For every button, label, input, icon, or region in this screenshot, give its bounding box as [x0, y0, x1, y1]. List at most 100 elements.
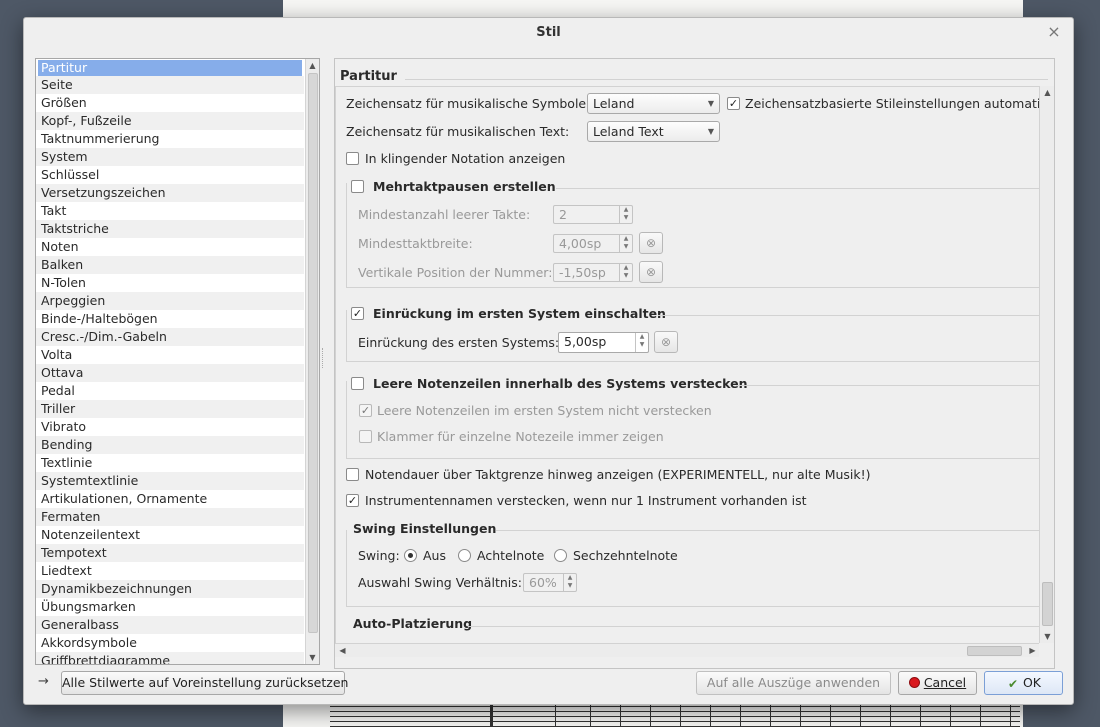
- sidebar-item[interactable]: Taktnummerierung: [36, 130, 304, 148]
- sidebar-item[interactable]: System: [36, 148, 304, 166]
- sidebar-item[interactable]: Liedtext: [36, 562, 304, 580]
- min-empty-measures-label: Mindestanzahl leerer Takte:: [358, 207, 531, 222]
- divider: [556, 188, 1039, 189]
- number-vpos-stepper[interactable]: -1,50sp ▲ ▼: [553, 263, 633, 282]
- indent-stepper[interactable]: 5,00sp ▲ ▼: [558, 332, 649, 353]
- settings-scroll-thumb[interactable]: [1042, 582, 1053, 626]
- number-vpos-value: -1,50sp: [559, 265, 606, 280]
- sidebar-item[interactable]: Versetzungszeichen: [36, 184, 304, 202]
- sidebar-item[interactable]: Volta: [36, 346, 304, 364]
- sidebar-item[interactable]: Kopf-, Fußzeile: [36, 112, 304, 130]
- divider: [468, 626, 1039, 627]
- scroll-down-icon[interactable]: ▼: [306, 651, 319, 664]
- hide-empty-checkbox[interactable]: [351, 377, 364, 390]
- ok-button[interactable]: ✔ OK: [984, 671, 1063, 695]
- stepper-arrows-icon[interactable]: ▲ ▼: [635, 333, 648, 352]
- sidebar-item[interactable]: Systemtextlinie: [36, 472, 304, 490]
- sidebar-item[interactable]: N-Tolen: [36, 274, 304, 292]
- stepper-arrows-icon[interactable]: ▲ ▼: [619, 264, 632, 281]
- style-category-list[interactable]: Partitur Seite Größen Kopf-, Fußzeile Taktnu…: [35, 58, 320, 665]
- auto-placement-title: Auto-Platzierung: [353, 616, 473, 631]
- list-scrollbar[interactable]: ▲ ▼: [305, 59, 319, 664]
- sidebar-item[interactable]: Takt: [36, 202, 304, 220]
- sidebar-item[interactable]: Generalbass: [36, 616, 304, 634]
- concert-pitch-checkbox[interactable]: [346, 152, 359, 165]
- settings-hscroll-thumb[interactable]: [967, 646, 1022, 656]
- min-measure-width-stepper[interactable]: 4,00sp ▲ ▼: [553, 234, 633, 253]
- sidebar-item[interactable]: Fermaten: [36, 508, 304, 526]
- sidebar-item[interactable]: Arpeggien: [36, 292, 304, 310]
- sidebar-item[interactable]: Textlinie: [36, 454, 304, 472]
- font-text-value: Leland Text: [593, 124, 664, 139]
- scroll-down-icon[interactable]: ▼: [1041, 630, 1054, 643]
- sidebar-item[interactable]: Größen: [36, 94, 304, 112]
- reset-icon[interactable]: ⊗: [654, 331, 678, 353]
- scroll-up-icon[interactable]: ▲: [1041, 86, 1054, 99]
- reset-icon[interactable]: ⊗: [639, 232, 663, 254]
- font-text-dropdown[interactable]: Leland Text ▼: [587, 121, 720, 142]
- scroll-up-icon[interactable]: ▲: [306, 59, 319, 72]
- sidebar-item[interactable]: Ottava: [36, 364, 304, 382]
- mmrest-checkbox[interactable]: [351, 180, 364, 193]
- sidebar-item[interactable]: Schlüssel: [36, 166, 304, 184]
- swing-sixteenth-radio[interactable]: [554, 549, 567, 562]
- sidebar-item[interactable]: Dynamikbezeichnungen: [36, 580, 304, 598]
- sidebar-item[interactable]: Übungsmarken: [36, 598, 304, 616]
- font-symbols-label: Zeichensatz für musikalische Symbole:: [346, 96, 591, 111]
- cancel-button[interactable]: Cancel: [898, 671, 977, 695]
- reset-all-button[interactable]: Alle Stilwerte auf Voreinstellung zurück…: [61, 671, 348, 695]
- font-symbols-value: Leland: [593, 96, 635, 111]
- bracket-single-staff-checkbox[interactable]: [359, 430, 372, 443]
- reset-icon[interactable]: ⊗: [639, 261, 663, 283]
- min-measure-width-value: 4,00sp: [559, 236, 602, 251]
- sidebar-item[interactable]: Griffbrettdiagramme: [36, 652, 304, 664]
- indent-checkbox[interactable]: ✓: [351, 307, 364, 320]
- sidebar-item[interactable]: Triller: [36, 400, 304, 418]
- swing-off-label: Aus: [423, 548, 446, 563]
- settings-hscrollbar[interactable]: ◀ ▶: [335, 643, 1039, 657]
- apply-to-parts-button[interactable]: Auf alle Auszüge anwenden: [696, 671, 891, 695]
- splitter-handle[interactable]: [322, 348, 324, 368]
- score-staff: [330, 702, 1020, 727]
- sidebar-item[interactable]: Taktstriche: [36, 220, 304, 238]
- note-duration-label: Notendauer über Taktgrenze hinweg anzeig…: [365, 467, 871, 482]
- sidebar-item[interactable]: Artikulationen, Ornamente: [36, 490, 304, 508]
- list-scroll-thumb[interactable]: [308, 73, 318, 633]
- ok-label: OK: [1022, 675, 1042, 690]
- swing-ratio-stepper[interactable]: 60% ▲ ▼: [523, 573, 577, 592]
- swing-eighth-radio[interactable]: [458, 549, 471, 562]
- category-items: Partitur Seite Größen Kopf-, Fußzeile Taktnu…: [36, 60, 319, 664]
- sidebar-item[interactable]: Pedal: [36, 382, 304, 400]
- settings-scrollbar[interactable]: ▲ ▼: [1039, 86, 1054, 643]
- sidebar-item[interactable]: Balken: [36, 256, 304, 274]
- sidebar-item[interactable]: Cresc.-/Dim.-Gabeln: [36, 328, 304, 346]
- min-empty-measures-stepper[interactable]: 2 ▲ ▼: [553, 205, 633, 224]
- sidebar-item[interactable]: Partitur: [38, 60, 302, 76]
- scroll-left-icon[interactable]: ◀: [336, 644, 349, 657]
- sidebar-item[interactable]: Noten: [36, 238, 304, 256]
- stepper-arrows-icon[interactable]: ▲ ▼: [563, 574, 576, 591]
- dont-hide-first-system-checkbox[interactable]: ✓: [359, 404, 372, 417]
- font-symbols-dropdown[interactable]: Leland ▼: [587, 93, 720, 114]
- sidebar-item[interactable]: Notenzeilentext: [36, 526, 304, 544]
- sidebar-item[interactable]: Bending: [36, 436, 304, 454]
- scroll-right-icon[interactable]: ▶: [1026, 644, 1039, 657]
- close-icon[interactable]: ×: [1045, 23, 1063, 41]
- stepper-arrows-icon[interactable]: ▲ ▼: [619, 235, 632, 252]
- sidebar-item[interactable]: Binde-/Haltebögen: [36, 310, 304, 328]
- stepper-arrows-icon[interactable]: ▲ ▼: [619, 206, 632, 223]
- swing-off-radio[interactable]: [404, 549, 417, 562]
- ok-check-icon: ✔: [1007, 677, 1018, 691]
- dont-hide-first-system-label: Leere Notenzeilen im ersten System nicht…: [377, 403, 712, 418]
- sidebar-item[interactable]: Tempotext: [36, 544, 304, 562]
- swing-ratio-label: Auswahl Swing Verhältnis:: [358, 575, 522, 590]
- font-based-style-checkbox[interactable]: ✓: [727, 97, 740, 110]
- sidebar-item[interactable]: Seite: [36, 76, 304, 94]
- sidebar-item[interactable]: Akkordsymbole: [36, 634, 304, 652]
- sidebar-item[interactable]: Vibrato: [36, 418, 304, 436]
- hide-instrument-label: Instrumentennamen verstecken, wenn nur 1…: [365, 493, 807, 508]
- swing-title: Swing Einstellungen: [353, 521, 497, 536]
- hide-instrument-checkbox[interactable]: ✓: [346, 494, 359, 507]
- note-duration-checkbox[interactable]: [346, 468, 359, 481]
- chevron-down-icon: ▼: [707, 99, 714, 108]
